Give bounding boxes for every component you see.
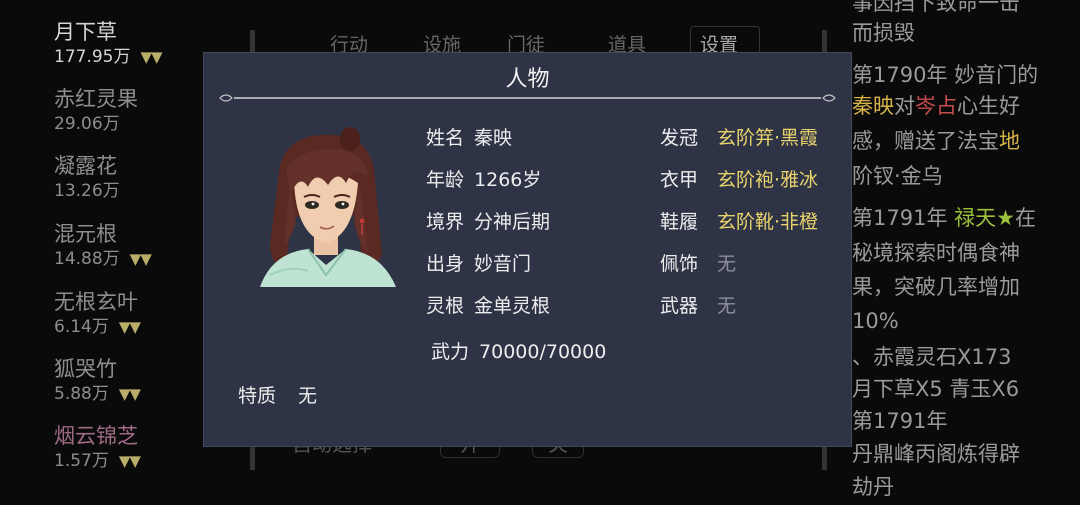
character-dialog[interactable]: 人物 姓名 秦映 年龄 1266岁 境界 分神后期 出身 妙音门 灵根 金单灵根… [203,52,852,447]
log-line: 阶钗·金乌 [852,164,943,188]
origin-row: 出身 妙音门 [426,249,531,276]
equip-slot-label: 发冠 [660,127,699,149]
list-item[interactable]: 狐哭竹 5.88万 ▼▼ [54,357,141,405]
log-line: 丹鼎峰丙阁炼得辟 [852,442,1020,466]
equip-item-boots[interactable]: 玄阶靴·非橙 [717,207,818,234]
equip-slot-label: 衣甲 [660,169,699,191]
name-label: 姓名 [426,127,465,149]
log-line: 、赤霞灵石X173 [852,345,1012,369]
item-price: 29.06万 [54,114,120,134]
item-name: 混元根 [54,222,117,246]
down-trend-icon: ▼▼ [118,385,141,403]
trait-value: 无 [298,385,318,407]
age-value: 1266岁 [474,169,542,191]
equip-slot-label: 武器 [660,295,699,317]
age-label: 年龄 [426,169,465,191]
log-line: 而损毁 [852,21,915,45]
log-line: 感，赠送了法宝地 [852,129,1020,153]
item-price: 13.26万 [54,181,120,201]
power-value: 70000/70000 [479,341,607,363]
list-item[interactable]: 月下草 177.95万 ▼▼ [54,20,163,68]
event-log: 事因挡下致命一击 而损毁 第1790年 妙音门的 秦映对岑占心生好 感，赠送了法… [850,0,1080,499]
equip-item-headwear[interactable]: 玄阶笄·黑霞 [717,123,818,150]
item-price: 177.95万 ▼▼ [54,47,163,67]
log-line: 秘境探索时偶食神 [852,241,1020,265]
spirit-root-value: 金单灵根 [474,295,551,317]
name-row: 姓名 秦映 [426,123,512,150]
origin-label: 出身 [426,253,465,275]
list-item[interactable]: 烟云锦芝 1.57万 ▼▼ [54,424,141,472]
item-name: 狐哭竹 [54,357,117,381]
power-row: 武力 70000/70000 [431,337,606,364]
item-price: 1.57万 ▼▼ [54,451,141,471]
spirit-root-row: 灵根 金单灵根 [426,291,550,318]
realm-value: 分神后期 [474,211,551,233]
item-price: 6.14万 ▼▼ [54,317,141,337]
dialog-title: 人物 [505,67,550,92]
log-line: 10% [852,309,899,333]
log-line: 月下草X5 青玉X6 [852,377,1020,401]
log-line: 劫丹 [852,475,894,499]
item-name: 凝露花 [54,154,117,178]
item-name: 赤红灵果 [54,87,138,111]
equip-item-accessory[interactable]: 无 [717,249,736,276]
list-item[interactable]: 赤红灵果 29.06万 [54,87,138,135]
trait-row: 特质无 [238,381,317,408]
origin-value: 妙音门 [474,253,532,275]
ornamental-divider [219,94,836,102]
item-name: 月下草 [54,20,117,44]
spirit-root-label: 灵根 [426,295,465,317]
log-line: 第1790年 妙音门的 [852,63,1039,87]
log-line: 秦映对岑占心生好 [852,94,1020,118]
realm-label: 境界 [426,211,465,233]
trait-label: 特质 [238,385,277,407]
equip-item-armor[interactable]: 玄阶袍·雅冰 [717,165,818,192]
item-price: 14.88万 ▼▼ [54,249,152,269]
list-item[interactable]: 凝露花 13.26万 [54,154,120,202]
equip-item-weapon[interactable]: 无 [717,291,736,318]
list-item[interactable]: 无根玄叶 6.14万 ▼▼ [54,290,141,338]
realm-row: 境界 分神后期 [426,207,550,234]
equip-slot-label: 鞋履 [660,211,699,233]
log-line: 第1791年 [852,409,948,433]
down-trend-icon: ▼▼ [129,250,152,268]
log-line: 第1791年 禄天★在 [852,206,1036,230]
name-value: 秦映 [474,127,513,149]
item-price: 5.88万 ▼▼ [54,384,141,404]
item-name: 无根玄叶 [54,290,138,314]
character-portrait [260,127,396,287]
down-trend-icon: ▼▼ [140,48,162,66]
equip-slot-label: 佩饰 [660,253,699,275]
list-item[interactable]: 混元根 14.88万 ▼▼ [54,222,152,270]
log-line: 果，突破几率增加 [852,275,1020,299]
power-label: 武力 [431,341,470,363]
item-name: 烟云锦芝 [54,424,138,448]
age-row: 年龄 1266岁 [426,165,541,192]
down-trend-icon: ▼▼ [118,318,141,336]
down-trend-icon: ▼▼ [118,452,141,470]
